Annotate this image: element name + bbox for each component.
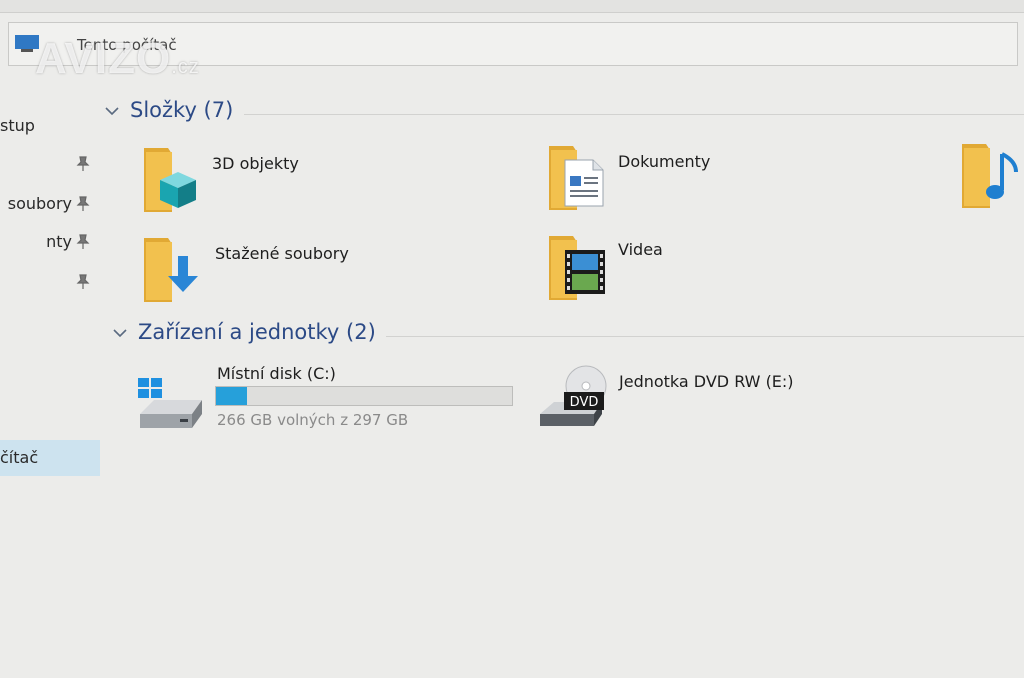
drive-tile-dvd[interactable]: DVD Jednotka DVD RW (E:) [538,364,858,434]
disk-free-space: 266 GB volných z 297 GB [217,411,409,429]
folder-label: Videa [618,240,663,259]
pin-icon [76,274,90,289]
music-folder-icon [962,144,1018,208]
videos-folder-icon [549,236,605,300]
downloads-folder-icon [144,238,198,302]
nav-item-this-pc[interactable]: čítač [0,440,100,476]
folder-tile-downloads[interactable]: Stažené soubory [140,234,440,310]
local-disk-icon [138,378,202,428]
drive-label: Jednotka DVD RW (E:) [619,372,794,391]
window-top-edge [0,0,1024,13]
section-title: Zařízení a jednotky (2) [138,320,376,344]
nav-item-label: stup [0,116,35,135]
folder-tile-music[interactable] [958,140,1024,216]
dvd-drive-icon: DVD [540,365,607,426]
nav-item-quick-access[interactable]: stup [0,110,100,142]
folders-section-header[interactable]: Složky (7) [104,98,1024,128]
chevron-down-icon [105,107,119,116]
folder-tile-videos[interactable]: Videa [545,232,845,308]
disk-usage-bar [215,386,513,406]
disk-usage-fill [216,387,247,405]
pin-icon [76,156,90,171]
pin-icon [76,196,90,211]
navigation-pane: stup soubory nty čítač [0,80,100,678]
nav-item-label: čítač [0,448,39,467]
nav-item-label: nty [46,232,72,251]
folder-tile-3d-objects[interactable]: 3D objekty [140,144,440,220]
nav-item-pinned-1[interactable] [0,148,100,180]
section-divider [386,336,1024,337]
nav-item-downloads[interactable]: soubory [0,188,100,220]
3d-objects-folder-icon [144,148,196,212]
address-bar[interactable]: Tento počítač AVIZO.cz [8,22,1018,81]
documents-folder-icon [549,146,604,210]
drive-label: Místní disk (C:) [217,364,336,383]
devices-section-header[interactable]: Zařízení a jednotky (2) [104,320,1024,350]
nav-item-documents[interactable]: nty [0,226,100,258]
section-title: Složky (7) [130,98,234,122]
folder-label: 3D objekty [212,154,299,173]
folder-tile-documents[interactable]: Dokumenty [545,142,845,218]
chevron-down-icon [113,329,127,338]
nav-item-pinned-4[interactable] [0,266,100,298]
dvd-badge-text: DVD [570,395,599,410]
folder-label: Dokumenty [618,152,711,171]
pin-icon [76,234,90,249]
folder-label: Stažené soubory [215,244,349,263]
section-divider [244,114,1024,115]
nav-item-label: soubory [7,194,72,213]
